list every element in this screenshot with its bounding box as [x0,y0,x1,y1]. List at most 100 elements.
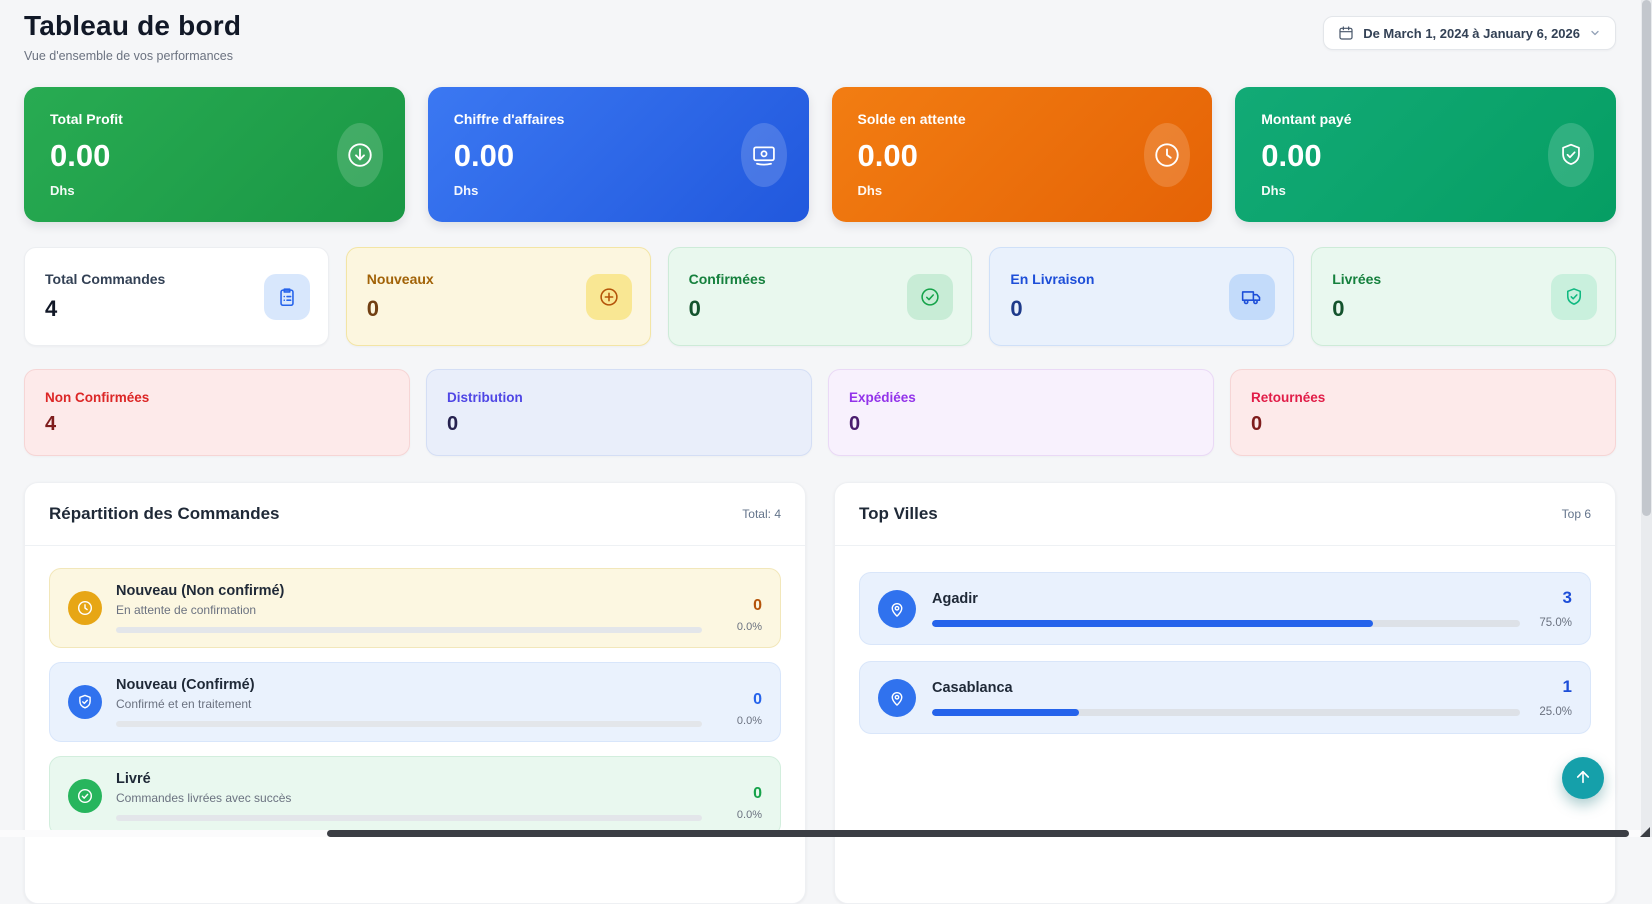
calendar-icon [1338,25,1354,41]
status-value: 4 [45,413,389,436]
kpi-value: 0.00 [454,138,783,174]
status-card-confirmees: Confirmées 0 [668,247,973,346]
kpi-card-chiffre-affaires: Chiffre d'affaires 0.00 Dhs [428,87,809,222]
city-count: 1 [1563,677,1572,697]
kpi-value: 0.00 [50,138,379,174]
order-status-title: Nouveau (Confirmé) [116,677,702,693]
horizontal-scrollbar-thumb[interactable] [327,830,1629,837]
shield-check-icon [1551,274,1597,320]
city-count: 3 [1563,588,1572,608]
kpi-cards-row: Total Profit 0.00 Dhs Chiffre d'affaires… [24,87,1616,222]
arrow-up-icon [1574,768,1592,789]
city-percent: 25.0% [1532,706,1572,718]
order-status-info: Nouveau (Non confirmé) En attente de con… [116,583,702,633]
top-cities-panel: Top Villes Top 6 Agadir 3 [834,482,1616,904]
status-card-non-confirmees: Non Confirmées 4 [24,369,410,456]
order-status-subtitle: Confirmé et en traitement [116,697,702,711]
topbar: Tableau de bord Vue d'ensemble de vos pe… [24,8,1616,63]
check-circle-icon [68,779,102,813]
orders-panel-title: Répartition des Commandes [49,504,280,524]
progress-bar [116,627,702,633]
map-pin-icon [878,590,916,628]
progress-fill [932,620,1373,627]
order-status-subtitle: Commandes livrées avec succès [116,791,702,805]
kpi-card-solde-en-attente: Solde en attente 0.00 Dhs [832,87,1213,222]
status-label: Distribution [447,390,791,405]
page-subtitle: Vue d'ensemble de vos performances [24,49,241,63]
kpi-currency: Dhs [858,183,1187,198]
order-status-stats: 0 0.0% [716,583,762,633]
order-status-percent: 0.0% [716,715,762,727]
city-name: Agadir [932,591,978,607]
map-pin-icon [878,679,916,717]
progress-fill [932,709,1079,716]
progress-bar [116,815,702,821]
check-circle-icon [907,274,953,320]
kpi-label: Solde en attente [858,111,1187,127]
order-status-percent: 0.0% [716,809,762,821]
status-value: 0 [447,413,791,436]
kpi-label: Montant payé [1261,111,1590,127]
page-title: Tableau de bord [24,10,241,42]
order-status-info: Livré Commandes livrées avec succès [116,771,702,821]
status-value: 0 [849,413,1193,436]
status-label: Non Confirmées [45,390,389,405]
kpi-card-montant-paye: Montant payé 0.00 Dhs [1235,87,1616,222]
cities-panel-top-label: Top 6 [1562,507,1591,521]
scroll-to-top-button[interactable] [1562,757,1604,799]
order-status-subtitle: En attente de confirmation [116,603,702,617]
progress-bar [116,721,702,727]
resize-grip [1640,827,1650,837]
city-row-agadir: Agadir 3 75.0% [859,572,1591,645]
order-status-title: Livré [116,771,702,787]
clock-icon [1144,123,1190,187]
date-range-picker[interactable]: De March 1, 2024 à January 6, 2026 [1323,16,1616,50]
order-status-info: Nouveau (Confirmé) Confirmé et en traite… [116,677,702,727]
city-info: Agadir 3 75.0% [932,588,1572,629]
orders-panel-header: Répartition des Commandes Total: 4 [25,483,805,546]
order-status-title: Nouveau (Non confirmé) [116,583,702,599]
status-card-total-commandes: Total Commandes 4 [24,247,329,346]
vertical-scrollbar[interactable] [1641,0,1652,837]
order-status-count: 0 [716,597,762,615]
kpi-value: 0.00 [1261,138,1590,174]
page-heading: Tableau de bord Vue d'ensemble de vos pe… [24,8,241,63]
horizontal-scrollbar[interactable] [0,830,1641,837]
orders-distribution-panel: Répartition des Commandes Total: 4 Nouve… [24,482,806,904]
plus-circle-icon [586,274,632,320]
clock-icon [68,591,102,625]
order-status-stats: 0 0.0% [716,771,762,821]
status-value: 0 [1251,413,1595,436]
order-status-row-livre: Livré Commandes livrées avec succès 0 0.… [49,756,781,836]
order-status-row-nouveau-non-confirme: Nouveau (Non confirmé) En attente de con… [49,568,781,648]
status-cards-row-2: Non Confirmées 4 Distribution 0 Expédiée… [24,369,1616,456]
order-status-percent: 0.0% [716,621,762,633]
status-card-en-livraison: En Livraison 0 [989,247,1294,346]
status-card-livrees: Livrées 0 [1311,247,1616,346]
status-card-expediees: Expédiées 0 [828,369,1214,456]
order-status-stats: 0 0.0% [716,677,762,727]
cities-panel-header: Top Villes Top 6 [835,483,1615,546]
banknotes-icon [741,123,787,187]
cities-list: Agadir 3 75.0% [835,546,1615,760]
date-range-value: De March 1, 2024 à January 6, 2026 [1363,26,1580,41]
truck-icon [1229,274,1275,320]
kpi-label: Chiffre d'affaires [454,111,783,127]
status-cards-row: Total Commandes 4 Nouveaux 0 Confirmées … [24,247,1616,346]
city-percent: 75.0% [1532,617,1572,629]
kpi-currency: Dhs [50,183,379,198]
city-info: Casablanca 1 25.0% [932,677,1572,718]
kpi-card-total-profit: Total Profit 0.00 Dhs [24,87,405,222]
vertical-scrollbar-thumb[interactable] [1642,0,1651,516]
panels-row: Répartition des Commandes Total: 4 Nouve… [24,482,1616,904]
dashboard-page: Tableau de bord Vue d'ensemble de vos pe… [0,0,1652,837]
status-label: Expédiées [849,390,1193,405]
orders-list: Nouveau (Non confirmé) En attente de con… [25,546,805,858]
kpi-value: 0.00 [858,138,1187,174]
cities-panel-title: Top Villes [859,504,938,524]
shield-check-icon [1548,123,1594,187]
shield-check-icon [68,685,102,719]
status-card-retournees: Retournées 0 [1230,369,1616,456]
status-label: Retournées [1251,390,1595,405]
order-status-count: 0 [716,691,762,709]
